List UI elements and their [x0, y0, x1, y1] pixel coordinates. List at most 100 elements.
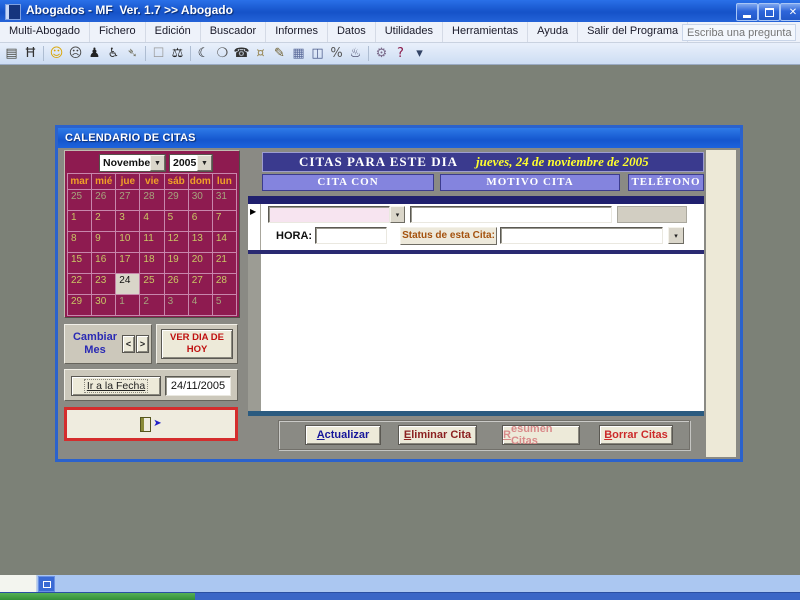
calendar-day[interactable]: 25 — [68, 190, 92, 210]
calendar-day[interactable]: 4 — [188, 295, 212, 315]
scales-button[interactable]: ⚖ — [168, 44, 187, 63]
next-month-button[interactable]: > — [136, 335, 149, 353]
calendar-day[interactable]: 11 — [140, 232, 164, 252]
menu-item-utilidades[interactable]: Utilidades — [376, 22, 444, 42]
phone-handset-button[interactable]: ☾ — [194, 44, 213, 63]
blank-checkbox-button[interactable]: ☐ — [149, 44, 168, 63]
year-dropdown-icon[interactable]: ▼ — [197, 155, 212, 171]
ledger-button[interactable]: ◫ — [308, 44, 327, 63]
calendar-day[interactable]: 29 — [164, 190, 188, 210]
calendar-day[interactable]: 27 — [188, 274, 212, 294]
calendar-day[interactable]: 21 — [212, 253, 236, 273]
calendar-day[interactable]: 5 — [212, 295, 236, 315]
calendar-day[interactable]: 23 — [92, 274, 116, 294]
calendar-day[interactable]: 25 — [140, 274, 164, 294]
menu-item-informes[interactable]: Informes — [266, 22, 328, 42]
calendar-day[interactable]: 30 — [92, 295, 116, 315]
menu-item-datos[interactable]: Datos — [328, 22, 376, 42]
calendar-day[interactable]: 2 — [92, 211, 116, 231]
calendar-day[interactable]: 13 — [188, 232, 212, 252]
calendar-day[interactable]: 28 — [212, 274, 236, 294]
today-button[interactable]: VER DIA DE HOY — [161, 329, 233, 359]
gears-button[interactable]: ⚙ — [372, 44, 391, 63]
pencil-button[interactable]: ✎ — [270, 44, 289, 63]
cita-con-combo[interactable] — [268, 206, 390, 223]
status-dropdown-button[interactable]: ▾ — [668, 227, 684, 244]
calendar-day[interactable]: 28 — [140, 190, 164, 210]
calendar-day[interactable]: 10 — [116, 232, 140, 252]
menu-item-multi-abogado[interactable]: Multi-Abogado — [0, 22, 90, 42]
ink-bottle-button[interactable]: ♨ — [346, 44, 365, 63]
status-combo[interactable] — [500, 227, 663, 244]
question-input[interactable] — [682, 24, 796, 41]
letter-h-button[interactable]: Ħ — [21, 44, 40, 63]
menu-item-salir-del-programa[interactable]: Salir del Programa — [578, 22, 689, 42]
date-field[interactable]: 24/11/2005 — [165, 376, 231, 396]
motivo-cita-input[interactable] — [410, 206, 612, 223]
year-select[interactable]: 2005 ▼ — [169, 154, 213, 172]
percent-button[interactable]: % — [327, 44, 346, 63]
calendar-day[interactable]: 31 — [212, 190, 236, 210]
borrar-citas-button[interactable]: Borrar Citas — [599, 425, 673, 445]
actualizar-button[interactable]: Actualizar — [305, 425, 381, 445]
calendar-day[interactable]: 6 — [188, 211, 212, 231]
record-selector[interactable]: ▶ — [248, 204, 261, 250]
close-button[interactable]: ✕ — [780, 3, 800, 21]
calendar-day-selected[interactable]: 24 — [116, 274, 140, 294]
calendar-day[interactable]: 3 — [116, 211, 140, 231]
calendar-day[interactable]: 17 — [116, 253, 140, 273]
calendar-day[interactable]: 1 — [68, 211, 92, 231]
restore-button[interactable] — [758, 3, 780, 21]
calendar-day[interactable]: 30 — [188, 190, 212, 210]
calendar-day[interactable]: 2 — [140, 295, 164, 315]
calendar-day[interactable]: 16 — [92, 253, 116, 273]
help-button[interactable]: ? — [391, 44, 410, 63]
calendar-day[interactable]: 18 — [140, 253, 164, 273]
calendar-day[interactable]: 3 — [164, 295, 188, 315]
minimize-button[interactable] — [736, 3, 758, 21]
eliminar-cita-button[interactable]: Eliminar Cita — [398, 425, 477, 445]
resumen-citas-button[interactable]: Resumen Citas — [502, 423, 580, 447]
calendar-day[interactable]: 14 — [212, 232, 236, 252]
speech-bubble-button[interactable]: ❍ — [213, 44, 232, 63]
happy-face-button[interactable]: ☺ — [47, 44, 66, 63]
hora-input[interactable] — [315, 227, 387, 244]
calendar-day[interactable]: 7 — [212, 211, 236, 231]
month-select[interactable]: November ▼ — [99, 154, 166, 172]
calendar-day[interactable]: 26 — [92, 190, 116, 210]
calendar-day[interactable]: 9 — [92, 232, 116, 252]
prev-month-button[interactable]: < — [122, 335, 135, 353]
goto-date-button[interactable]: Ir a la Fecha — [71, 376, 161, 396]
start-button-sliver[interactable] — [0, 593, 195, 600]
calendar-day[interactable]: 8 — [68, 232, 92, 252]
calendar-day[interactable]: 22 — [68, 274, 92, 294]
calendar-day[interactable]: 20 — [188, 253, 212, 273]
menu-item-edicion[interactable]: Edición — [146, 22, 201, 42]
menu-item-fichero[interactable]: Fichero — [90, 22, 146, 42]
copy-stack-button[interactable]: ▤ — [2, 44, 21, 63]
calculator-button[interactable]: ▦ — [289, 44, 308, 63]
key-button[interactable]: ➴ — [123, 44, 142, 63]
person-button[interactable]: ♟ — [85, 44, 104, 63]
calendar-day[interactable]: 1 — [116, 295, 140, 315]
accessibility-button[interactable]: ♿ — [104, 44, 123, 63]
menu-item-herramientas[interactable]: Herramientas — [443, 22, 529, 42]
calendar-day[interactable]: 5 — [164, 211, 188, 231]
calendar-day[interactable]: 19 — [164, 253, 188, 273]
exit-button[interactable]: ➤ — [64, 407, 238, 441]
telefono-box[interactable] — [617, 206, 687, 223]
calendar-day[interactable]: 26 — [164, 274, 188, 294]
sad-face-button[interactable]: ☹ — [66, 44, 85, 63]
calendar-day[interactable]: 27 — [116, 190, 140, 210]
toolbar-overflow-button[interactable]: ▾ — [410, 44, 429, 63]
piggy-bank-button[interactable]: ¤ — [251, 44, 270, 63]
menu-item-buscador[interactable]: Buscador — [201, 22, 267, 42]
calendar-day[interactable]: 12 — [164, 232, 188, 252]
month-dropdown-icon[interactable]: ▼ — [150, 155, 165, 171]
calendar-day[interactable]: 29 — [68, 295, 92, 315]
menu-item-ayuda[interactable]: Ayuda — [528, 22, 579, 42]
cita-con-dropdown-button[interactable]: ▾ — [390, 206, 405, 223]
telephone-button[interactable]: ☎ — [232, 44, 251, 63]
calendar-day[interactable]: 4 — [140, 211, 164, 231]
calendar-day[interactable]: 15 — [68, 253, 92, 273]
